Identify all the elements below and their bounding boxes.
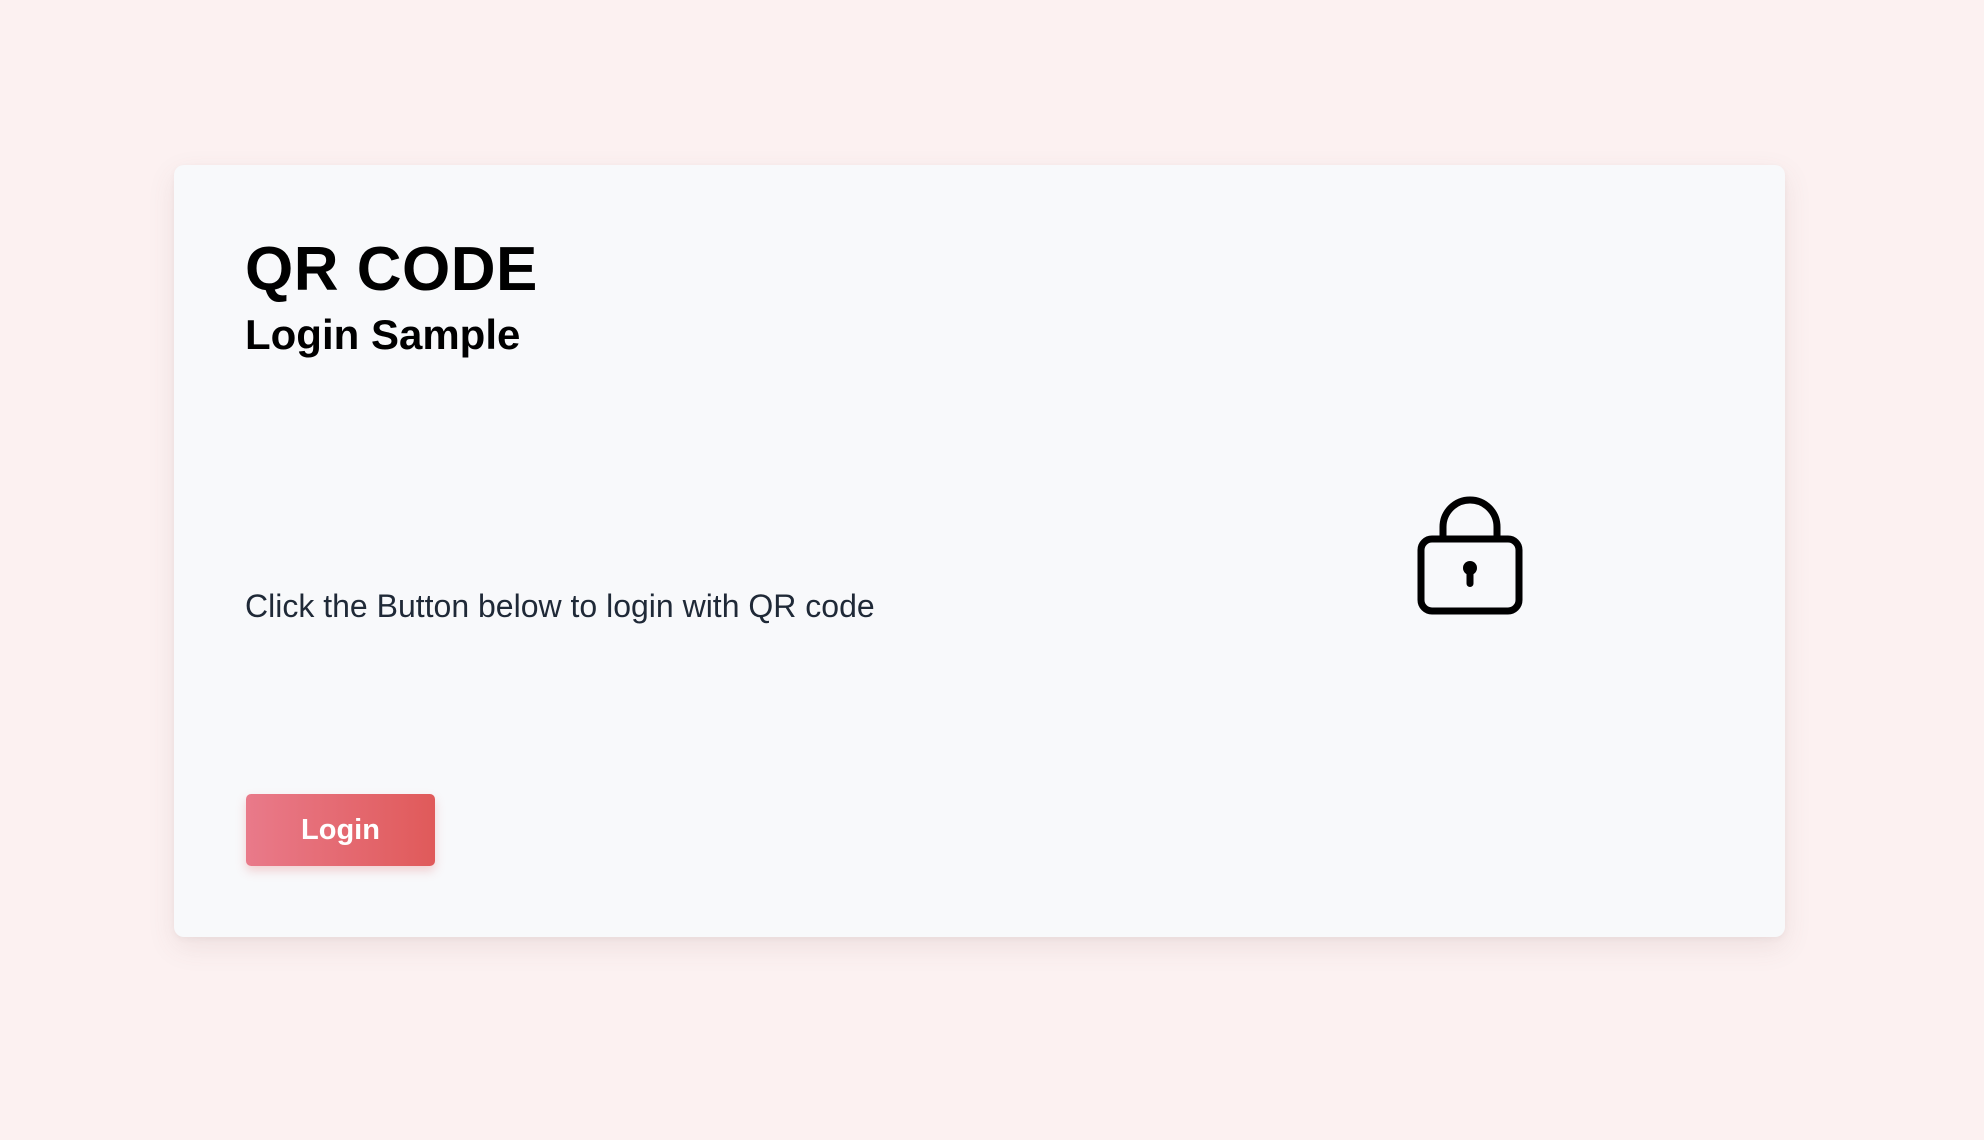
page-title: QR CODE: [245, 235, 538, 304]
lock-icon: [1417, 487, 1523, 615]
login-button[interactable]: Login: [246, 794, 435, 866]
page-subtitle: Login Sample: [245, 311, 521, 358]
login-instruction: Click the Button below to login with QR …: [245, 588, 875, 624]
login-card: QR CODE Login Sample Click the Button be…: [174, 165, 1785, 937]
